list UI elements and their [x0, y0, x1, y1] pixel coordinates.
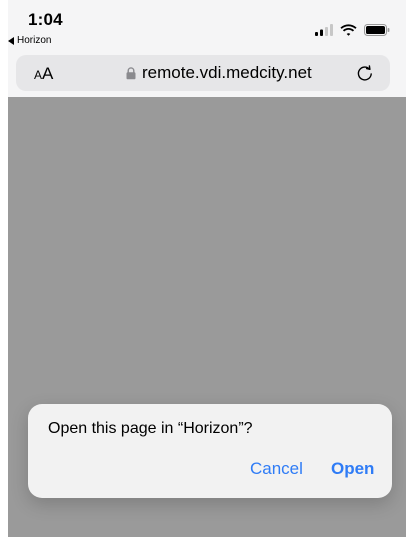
cancel-button[interactable]: Cancel [250, 459, 303, 479]
address-bar[interactable]: AA remote.vdi.medcity.net [16, 55, 390, 91]
battery-icon [364, 24, 390, 36]
browser-window: 1:04 Horizon AA remote.vdi.medcity.net O… [8, 0, 406, 537]
text-size-small-label: A [34, 68, 43, 82]
reload-button[interactable] [356, 63, 374, 88]
lock-icon [126, 66, 136, 79]
back-arrow-icon [8, 36, 14, 45]
url-text: remote.vdi.medcity.net [142, 63, 312, 82]
open-in-app-dialog: Open this page in “Horizon”? Cancel Open [28, 404, 392, 498]
wifi-icon [340, 24, 357, 36]
text-size-large-label: A [42, 64, 54, 83]
reload-icon [357, 65, 372, 81]
back-app-label: Horizon [17, 35, 52, 46]
status-icons [315, 24, 390, 36]
text-size-button[interactable]: AA [34, 64, 53, 84]
status-bar: 1:04 Horizon [8, 0, 406, 52]
url-display[interactable]: remote.vdi.medcity.net [126, 63, 312, 83]
open-button[interactable]: Open [331, 459, 374, 479]
back-to-app-link[interactable]: Horizon [8, 35, 51, 46]
signal-icon [315, 24, 333, 36]
status-time: 1:04 [28, 10, 63, 29]
dialog-message: Open this page in “Horizon”? [48, 420, 253, 437]
